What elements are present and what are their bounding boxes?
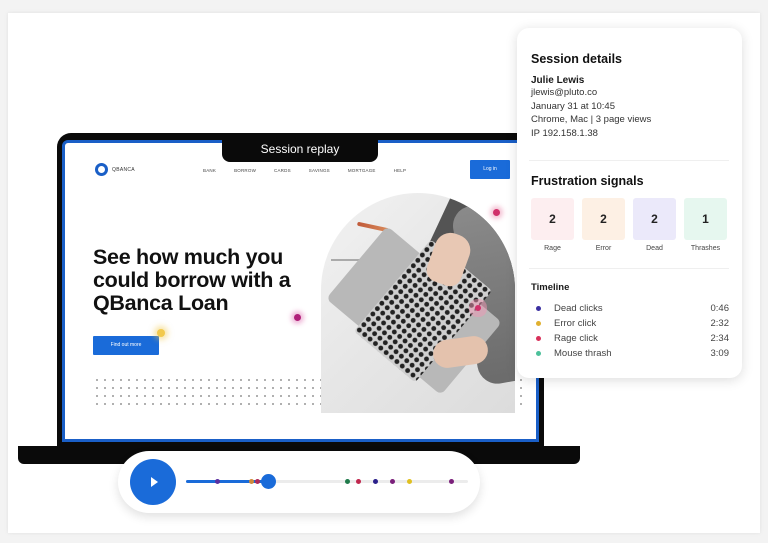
site-logo[interactable]: QBANCA xyxy=(95,163,135,176)
nav-item-mortgage[interactable]: MORTGAGE xyxy=(348,168,376,173)
session-details-title: Session details xyxy=(531,52,623,66)
event-time: 2:32 xyxy=(710,318,730,329)
event-label: Mouse thrash xyxy=(554,348,612,359)
timeline-event-marker[interactable] xyxy=(356,479,362,484)
rage-click-indicator xyxy=(493,209,500,216)
timeline-event-marker[interactable] xyxy=(449,479,455,484)
login-button[interactable]: Log in xyxy=(470,160,510,179)
hero-title: See how much you could borrow with a QBa… xyxy=(93,245,291,315)
frustration-signals: Frustration signals 2 Rage 2 Error 2 Dead 1 Thr… xyxy=(531,174,727,252)
nav-item-help[interactable]: HELP xyxy=(394,168,407,173)
signal-error[interactable]: 2 Error xyxy=(582,198,625,252)
divider xyxy=(529,268,729,269)
play-icon xyxy=(150,477,158,487)
session-ip: IP 192.158.1.38 xyxy=(531,127,598,139)
signal-count: 2 xyxy=(633,198,676,240)
replay-timeline-scrubber[interactable] xyxy=(186,474,468,489)
event-time: 0:46 xyxy=(710,303,730,314)
frustration-title: Frustration signals xyxy=(531,174,644,188)
signal-thrashes[interactable]: 1 Thrashes xyxy=(684,198,727,252)
user-name: Julie Lewis xyxy=(531,75,585,86)
user-email: jlewis@pluto.co xyxy=(531,87,598,98)
signal-count: 1 xyxy=(684,198,727,240)
timeline-event[interactable]: Rage click 2:34 xyxy=(531,331,729,346)
scrubber-handle[interactable] xyxy=(260,474,276,489)
timeline-title: Timeline xyxy=(531,282,570,293)
event-label: Error click xyxy=(554,318,597,329)
session-device: Chrome, Mac | 3 page views xyxy=(531,114,652,125)
signal-tiles: 2 Rage 2 Error 2 Dead 1 Thrashes xyxy=(531,198,727,252)
play-button[interactable] xyxy=(130,459,176,505)
nav-item-savings[interactable]: SAVINGS xyxy=(309,168,330,173)
signal-dead[interactable]: 2 Dead xyxy=(633,198,676,252)
nav-item-borrow[interactable]: BORROW xyxy=(234,168,256,173)
logo-ring-icon xyxy=(95,163,108,176)
session-details-panel: Session details Julie Lewis jlewis@pluto… xyxy=(517,28,742,378)
timeline-section: Timeline Dead clicks 0:46 Error click 2:32 R… xyxy=(531,282,729,361)
timeline-event-marker[interactable] xyxy=(254,479,260,484)
find-out-more-button[interactable]: Find out more xyxy=(93,336,159,355)
timeline-event[interactable]: Dead clicks 0:46 xyxy=(531,301,729,316)
event-dot-icon xyxy=(536,351,541,356)
error-click-indicator xyxy=(157,329,165,337)
timeline-event-marker[interactable] xyxy=(215,479,221,484)
rage-click-indicator xyxy=(475,305,481,311)
signal-label: Dead xyxy=(646,245,663,252)
timeline-event-marker[interactable] xyxy=(248,479,254,484)
timeline-event[interactable]: Mouse thrash 3:09 xyxy=(531,346,729,361)
timeline-event-marker[interactable] xyxy=(406,479,412,484)
divider xyxy=(529,160,729,161)
signal-count: 2 xyxy=(582,198,625,240)
hero-photo xyxy=(321,193,515,413)
timeline-event-marker[interactable] xyxy=(372,479,378,484)
timeline-list: Dead clicks 0:46 Error click 2:32 Rage click… xyxy=(531,301,729,361)
session-replay-tab: Session replay xyxy=(222,136,378,162)
nav-item-bank[interactable]: BANK xyxy=(203,168,216,173)
replay-player xyxy=(118,451,480,513)
event-dot-icon xyxy=(536,321,541,326)
nav-item-cards[interactable]: CARDS xyxy=(274,168,291,173)
timeline-event[interactable]: Error click 2:32 xyxy=(531,316,729,331)
dead-click-indicator xyxy=(294,314,301,321)
event-label: Rage click xyxy=(554,333,598,344)
session-info: Session details Julie Lewis jlewis@pluto… xyxy=(531,52,651,140)
signal-label: Rage xyxy=(544,245,561,252)
session-date: January 31 at 10:45 xyxy=(531,100,615,112)
event-label: Dead clicks xyxy=(554,303,603,314)
event-dot-icon xyxy=(536,306,541,311)
timeline-event-marker[interactable] xyxy=(344,479,350,484)
signal-label: Thrashes xyxy=(690,245,721,252)
timeline-event-marker[interactable] xyxy=(389,479,395,484)
event-dot-icon xyxy=(536,336,541,341)
event-time: 2:34 xyxy=(710,333,730,344)
event-time: 3:09 xyxy=(710,348,730,359)
signal-count: 2 xyxy=(531,198,574,240)
logo-text: QBANCA xyxy=(112,166,135,173)
replayed-website: QBANCA BANK BORROW CARDS SAVINGS MORTGAG… xyxy=(62,140,539,442)
site-nav: BANK BORROW CARDS SAVINGS MORTGAGE HELP xyxy=(203,168,406,173)
signal-rage[interactable]: 2 Rage xyxy=(531,198,574,252)
signal-label: Error xyxy=(595,245,612,252)
